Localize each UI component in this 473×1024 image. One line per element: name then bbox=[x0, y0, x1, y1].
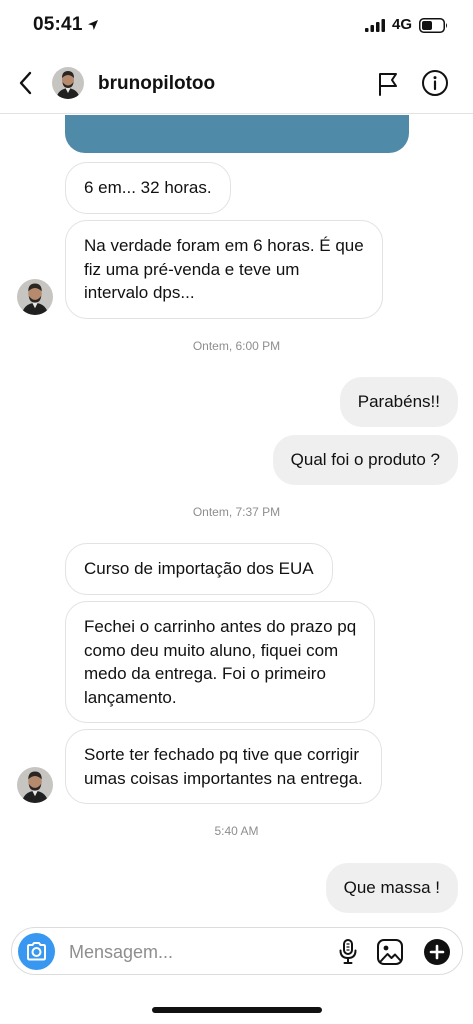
message-bubble-sent[interactable]: Parabéns!! bbox=[339, 377, 458, 427]
message-bubble-sent[interactable]: Que massa ! bbox=[325, 863, 458, 913]
timestamp: 5:40 AM bbox=[214, 824, 259, 838]
conversation-username[interactable]: brunopilotoo bbox=[98, 73, 215, 95]
message-bubble-received[interactable]: Na verdade foram em 6 horas. É que fiz u… bbox=[65, 220, 383, 319]
message-bubble-received[interactable]: 6 em... 32 horas. bbox=[65, 162, 231, 214]
message-thread[interactable]: 6 em... 32 horas. Na verdade foram em 6 … bbox=[0, 115, 473, 920]
signal-icon bbox=[365, 19, 385, 32]
conversation-header: brunopilotoo bbox=[0, 52, 473, 114]
camera-icon bbox=[27, 942, 46, 961]
shared-media-card[interactable] bbox=[65, 115, 409, 153]
mic-icon[interactable] bbox=[336, 938, 360, 966]
info-icon[interactable] bbox=[421, 69, 449, 97]
sender-avatar[interactable] bbox=[17, 279, 53, 315]
header-avatar[interactable] bbox=[52, 67, 84, 99]
battery-icon bbox=[419, 18, 447, 33]
flag-icon[interactable] bbox=[376, 71, 400, 97]
status-time: 05:41 bbox=[33, 14, 83, 35]
plus-icon[interactable] bbox=[423, 938, 451, 966]
timestamp: Ontem, 6:00 PM bbox=[192, 339, 281, 353]
camera-button[interactable] bbox=[18, 933, 55, 970]
network-type: 4G bbox=[392, 16, 413, 33]
message-input[interactable] bbox=[69, 941, 319, 963]
location-arrow-icon bbox=[88, 20, 98, 30]
message-bubble-sent[interactable]: Qual foi o produto ? bbox=[272, 435, 458, 485]
back-icon[interactable] bbox=[16, 70, 36, 96]
sender-avatar[interactable] bbox=[17, 767, 53, 803]
message-composer bbox=[11, 927, 463, 975]
home-indicator bbox=[152, 1007, 322, 1013]
gallery-icon[interactable] bbox=[376, 938, 404, 966]
message-bubble-received[interactable]: Fechei o carrinho antes do prazo pq como… bbox=[65, 601, 376, 723]
status-bar: 05:41 4G bbox=[0, 0, 473, 52]
message-bubble-received[interactable]: Sorte ter fechado pq tive que corrigir u… bbox=[65, 729, 382, 804]
timestamp: Ontem, 7:37 PM bbox=[192, 505, 281, 519]
message-bubble-received[interactable]: Curso de importação dos EUA bbox=[65, 543, 333, 595]
